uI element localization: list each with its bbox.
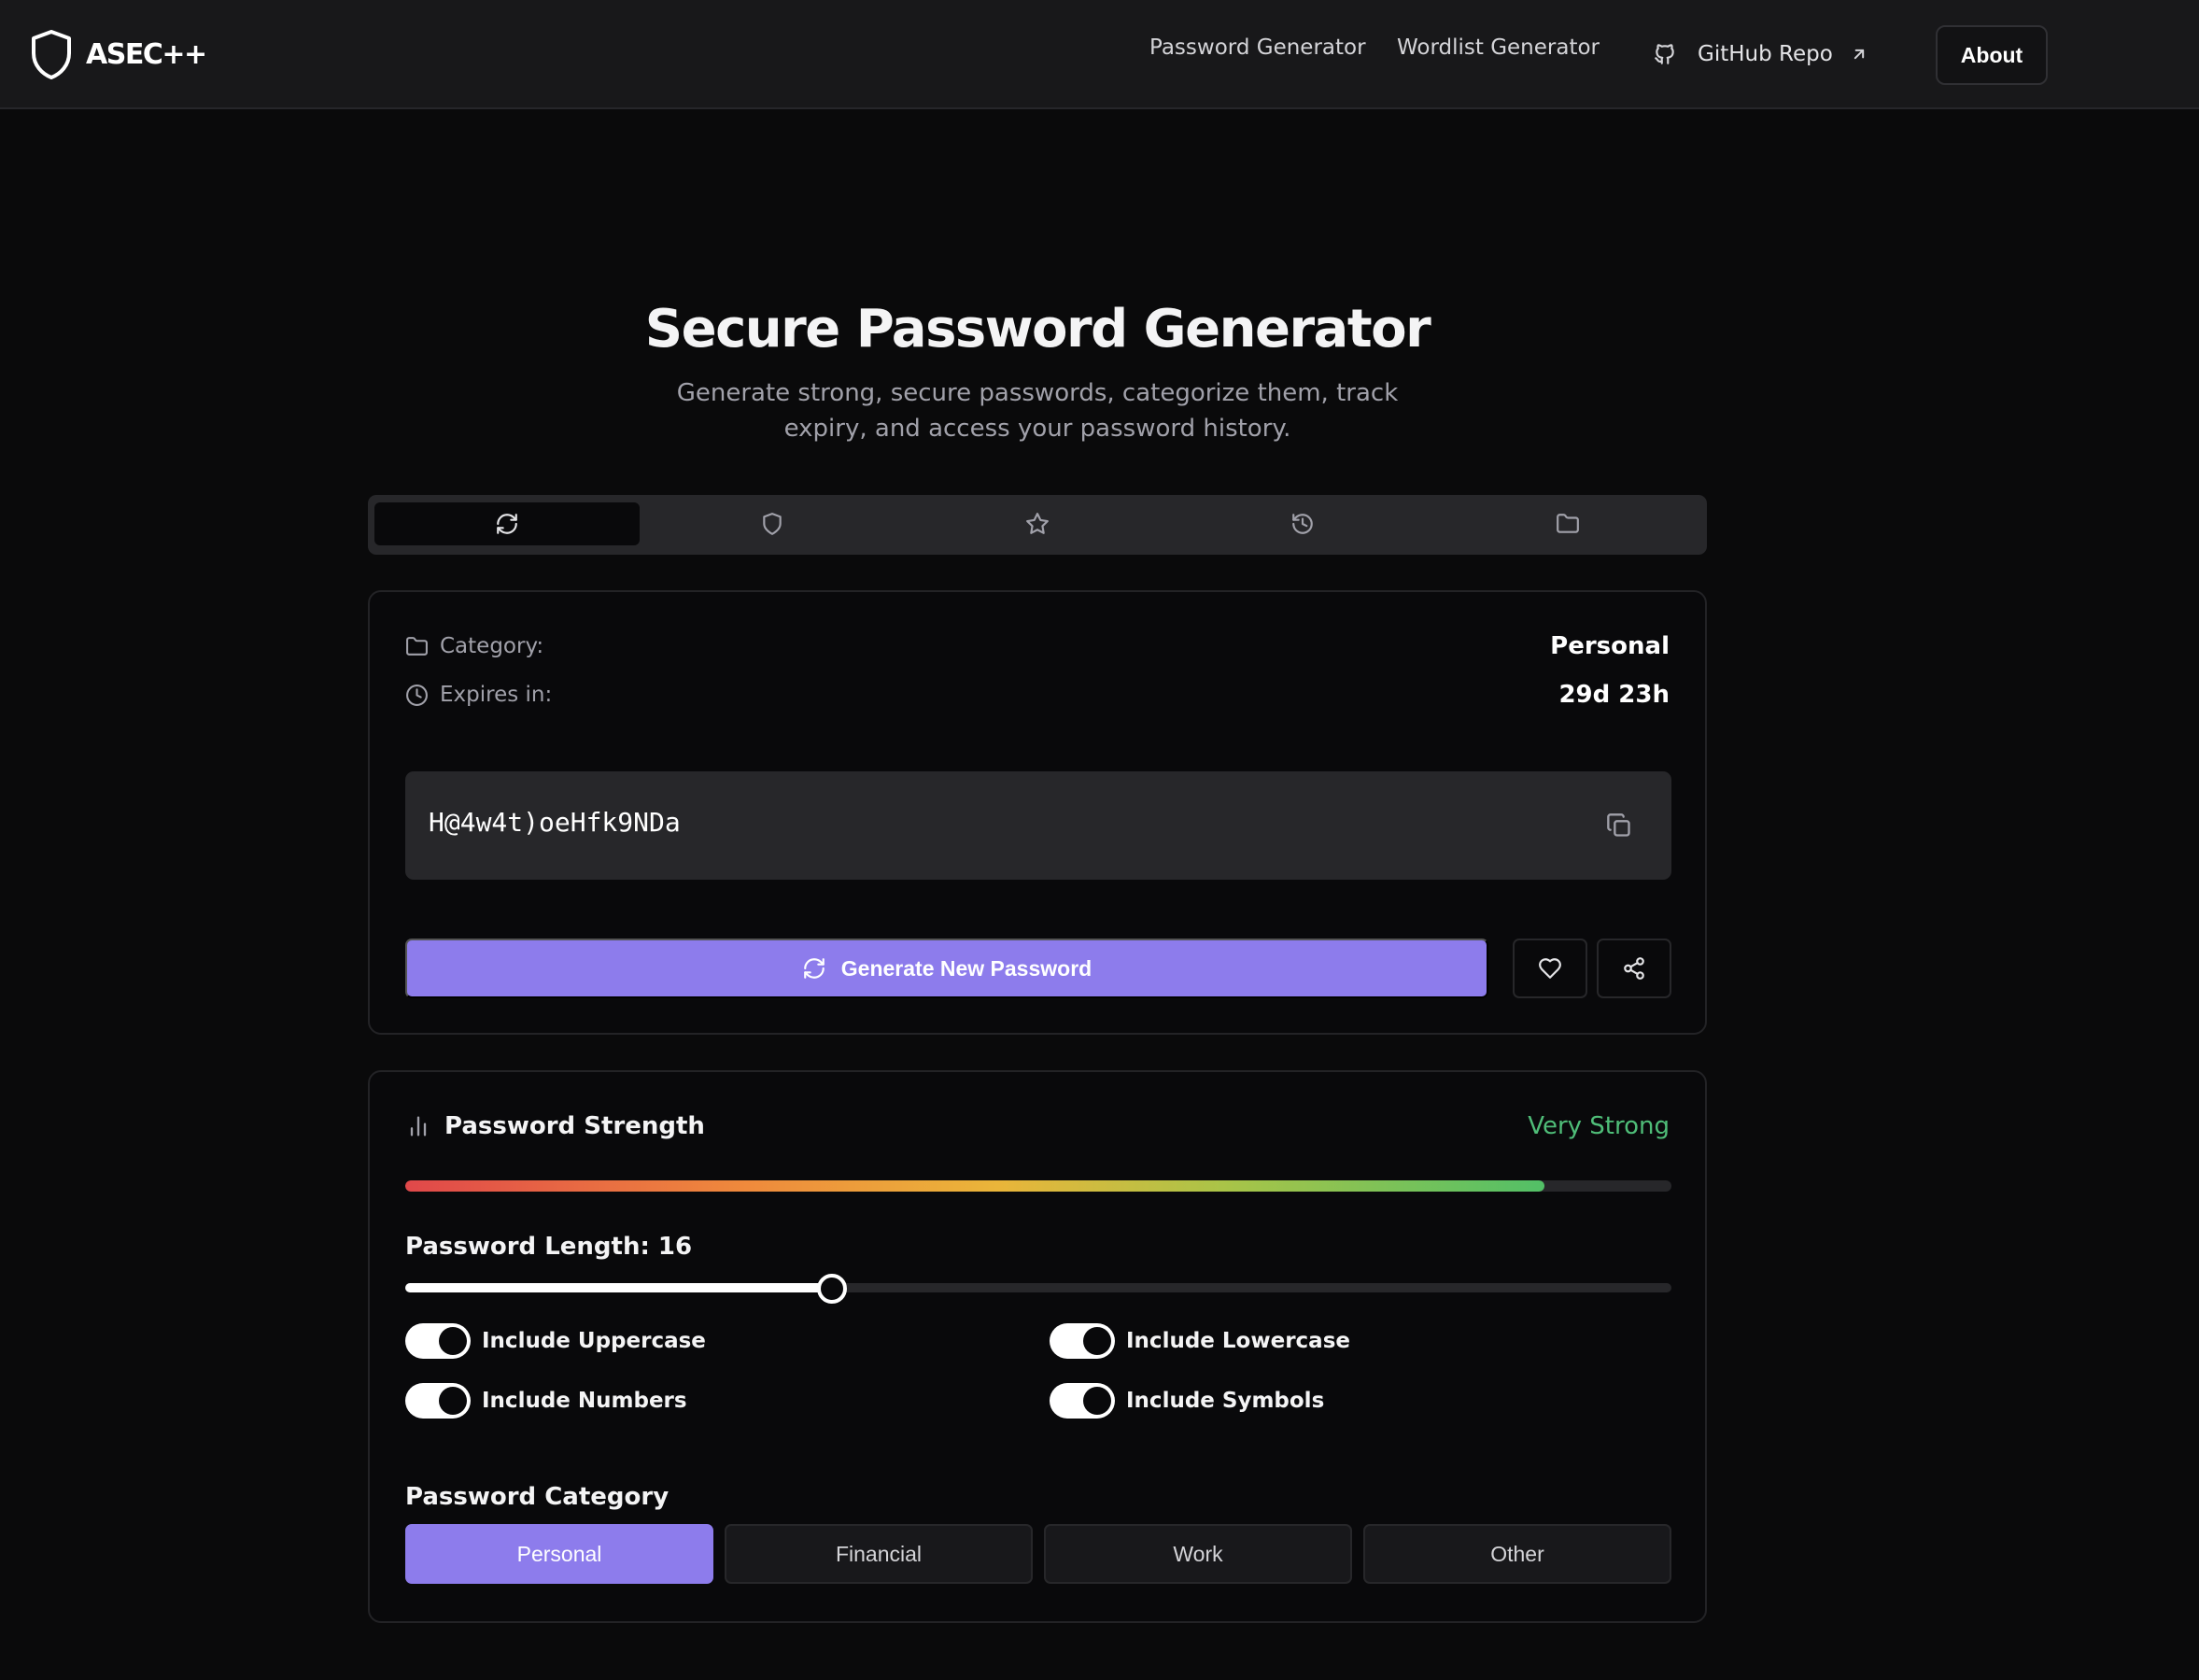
password-display[interactable]: H@4w4t)oeHfk9NDa [405,771,1671,880]
generate-button-label: Generate New Password [840,955,1092,981]
top-navigation: ASEC++ Password Generator Wordlist Gener… [0,0,2199,109]
folder-icon [405,635,429,658]
nav-link-password-generator[interactable]: Password Generator [1149,35,1366,60]
generate-password-button[interactable]: Generate New Password [405,939,1488,998]
category-row: Category: Personal [405,629,1670,663]
symbols-label: Include Symbols [1126,1389,1325,1413]
category-financial-button[interactable]: Financial [725,1524,1033,1584]
category-personal-button[interactable]: Personal [405,1524,713,1584]
strength-header: Password Strength Very Strong [405,1109,1670,1143]
nav-link-wordlist-generator[interactable]: Wordlist Generator [1397,35,1600,60]
lowercase-label: Include Lowercase [1126,1329,1350,1353]
generated-password[interactable]: H@4w4t)oeHfk9NDa [429,807,681,838]
tab-bar [368,495,1707,555]
tab-security[interactable] [640,502,905,545]
heart-icon [1538,956,1562,981]
tab-generate[interactable] [374,502,640,545]
option-lowercase[interactable]: Include Lowercase [1050,1322,1350,1360]
password-generator-card: Category: Personal Expires in: 29d 23h H… [368,590,1707,1035]
category-work-button[interactable]: Work [1044,1524,1352,1584]
category-other-button[interactable]: Other [1363,1524,1671,1584]
share-button[interactable] [1597,939,1671,998]
strength-meter [405,1180,1671,1192]
uppercase-toggle[interactable] [405,1323,471,1359]
github-repo-label: GitHub Repo [1698,42,1833,66]
nav-link-github-repo[interactable]: GitHub Repo [1653,37,1868,71]
page-subtitle: Generate strong, secure passwords, categ… [676,379,1399,443]
page-title: Secure Password Generator [644,299,1431,360]
folder-icon [1556,512,1580,536]
tab-favorites[interactable] [905,502,1170,545]
expires-value: 29d 23h [1558,681,1670,709]
github-icon [1653,42,1677,66]
share-icon [1622,956,1646,981]
star-icon [1025,512,1050,536]
numbers-toggle[interactable] [405,1383,471,1419]
length-slider-fill [405,1283,832,1292]
refresh-icon [802,956,826,981]
brand-logo[interactable]: ASEC++ [30,28,207,81]
password-settings-card: Password Strength Very Strong Password L… [368,1070,1707,1623]
uppercase-label: Include Uppercase [482,1329,706,1353]
length-label: Password Length: 16 [405,1233,693,1261]
symbols-toggle[interactable] [1050,1383,1115,1419]
bar-chart-icon [405,1113,431,1139]
category-value: Personal [1550,632,1670,660]
lowercase-toggle[interactable] [1050,1323,1115,1359]
option-uppercase[interactable]: Include Uppercase [405,1322,706,1360]
strength-meter-fill [405,1180,1545,1192]
length-slider[interactable] [405,1274,1671,1304]
refresh-icon [495,512,519,536]
numbers-label: Include Numbers [482,1389,687,1413]
option-numbers[interactable]: Include Numbers [405,1382,687,1419]
favorite-button[interactable] [1513,939,1587,998]
category-label: Category: [440,634,544,658]
strength-rating: Very Strong [1528,1112,1670,1140]
option-symbols[interactable]: Include Symbols [1050,1382,1324,1419]
arrow-up-right-icon [1850,45,1868,64]
tab-history[interactable] [1170,502,1435,545]
history-icon [1290,512,1315,536]
category-section-title: Password Category [405,1483,670,1511]
copy-icon[interactable] [1606,812,1632,839]
brand-name: ASEC++ [86,38,207,71]
strength-title: Password Strength [444,1112,705,1140]
expires-label: Expires in: [440,683,553,707]
about-button[interactable]: About [1936,25,2048,85]
length-slider-thumb[interactable] [816,1274,847,1304]
tab-categories[interactable] [1435,502,1700,545]
shield-icon [30,29,73,80]
shield-icon [760,512,784,536]
clock-icon [405,684,429,707]
expiry-row: Expires in: 29d 23h [405,678,1670,712]
